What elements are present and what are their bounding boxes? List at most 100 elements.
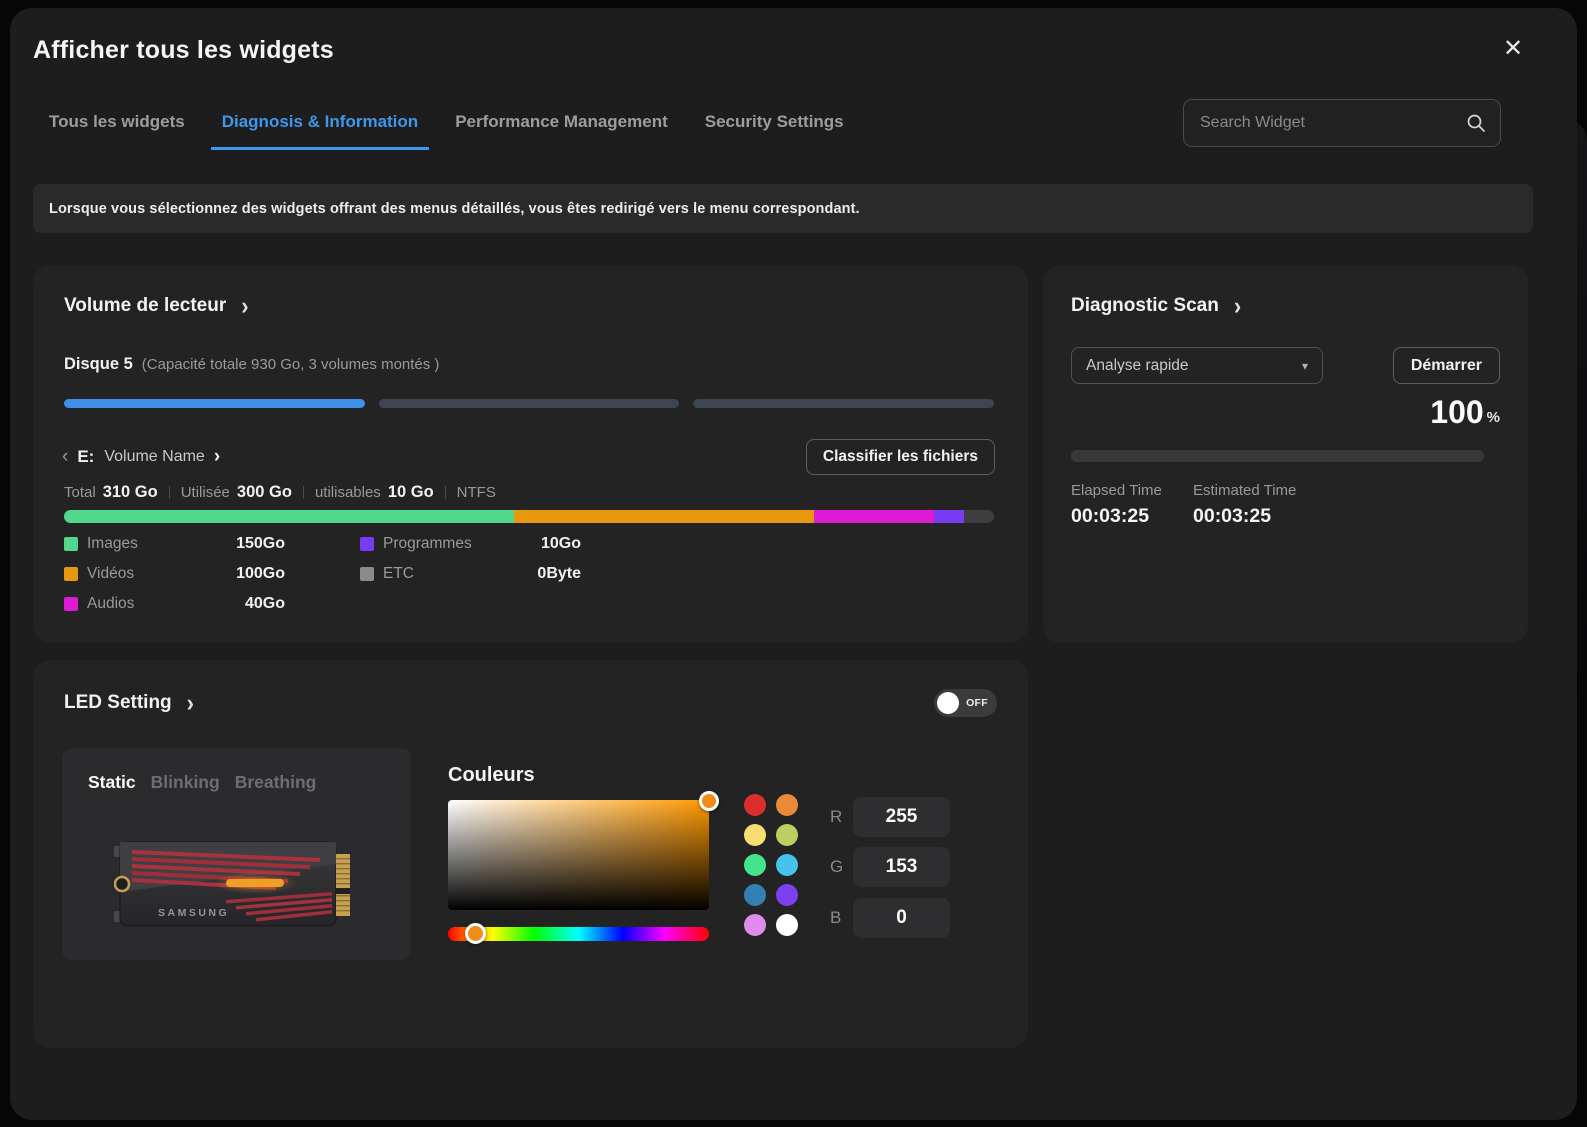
ssd-brand-label: SAMSUNG (158, 907, 229, 919)
divider (169, 486, 170, 499)
scan-progress-bar (1071, 450, 1484, 462)
mode-tab-breathing[interactable]: Breathing (235, 772, 317, 793)
search-widget-box[interactable] (1183, 99, 1501, 147)
disk-name: Disque 5 (64, 355, 133, 374)
diagnostic-widget-title-text: Diagnostic Scan (1071, 295, 1219, 317)
led-mode-panel: Static Blinking Breathing (62, 748, 411, 960)
toggle-state-label: OFF (966, 697, 988, 709)
widgets-dialog: Afficher tous les widgets ✕ Tous les wid… (10, 8, 1577, 1120)
color-swatch-blue[interactable] (744, 884, 766, 906)
tab-tous-les-widgets[interactable]: Tous les widgets (49, 112, 185, 147)
legend-label: Programmes (383, 535, 472, 553)
info-banner: Lorsque vous sélectionnez des widgets of… (33, 184, 1533, 233)
color-swatch-yellow[interactable] (744, 824, 766, 846)
hue-slider-knob[interactable] (465, 923, 486, 944)
stat-value: 10 Go (388, 483, 434, 502)
drive-bar-segment[interactable] (379, 399, 680, 408)
legend-swatch (64, 537, 78, 551)
color-swatch-purple[interactable] (776, 884, 798, 906)
estimated-time-value: 00:03:25 (1193, 505, 1271, 528)
led-toggle[interactable]: OFF (934, 689, 997, 717)
estimated-time-label: Estimated Time (1193, 482, 1296, 499)
legend-swatch (360, 537, 374, 551)
legend-value: 40Go (245, 595, 285, 613)
search-icon[interactable] (1466, 113, 1486, 133)
legend-label: Images (87, 535, 138, 553)
legend-value: 10Go (541, 535, 581, 553)
stat-value: 310 Go (103, 483, 158, 502)
volume-widget-title[interactable]: Volume de lecteur › (64, 295, 249, 317)
volume-name: Volume Name (104, 448, 205, 466)
tab-performance-management[interactable]: Performance Management (455, 112, 668, 147)
divider (445, 486, 446, 499)
color-swatch-yellow-green[interactable] (776, 824, 798, 846)
legend-label: ETC (383, 565, 414, 583)
drive-bar-segment[interactable] (693, 399, 994, 408)
close-icon[interactable]: ✕ (1495, 30, 1531, 66)
mode-tab-static[interactable]: Static (88, 772, 136, 793)
volume-stats: Total 310 Go Utilisée 300 Go utilisables… (64, 483, 496, 502)
volume-navigator: ‹ E: Volume Name › (62, 446, 220, 468)
tab-security-settings[interactable]: Security Settings (705, 112, 844, 147)
legend-item-images: Images 150Go (64, 535, 285, 553)
stat-label: Total (64, 484, 96, 501)
legend-item-videos: Vidéos 100Go (64, 565, 285, 583)
info-banner-text: Lorsque vous sélectionnez des widgets of… (49, 201, 860, 217)
color-swatch-green[interactable] (744, 854, 766, 876)
legend-item-programs: Programmes 10Go (360, 535, 581, 553)
stat-available: utilisables 10 Go (315, 483, 434, 502)
chevron-right-icon: › (241, 297, 248, 315)
color-swatch-cyan[interactable] (776, 854, 798, 876)
rgb-value-g[interactable]: 153 (853, 847, 950, 887)
disk-info-line: Disque 5 (Capacité totale 930 Go, 3 volu… (64, 355, 439, 374)
diagnostic-scan-card: Diagnostic Scan › Analyse rapide ▾ Démar… (1043, 265, 1528, 643)
chevron-right-icon: › (187, 694, 194, 712)
percent-value: 100 (1430, 395, 1483, 429)
color-swatch-grid (744, 794, 798, 936)
usage-segment-images (64, 510, 514, 523)
led-widget-title[interactable]: LED Setting › (64, 692, 194, 714)
drive-volume-bars (64, 399, 994, 408)
start-scan-button[interactable]: Démarrer (1393, 347, 1500, 384)
stat-value: 300 Go (237, 483, 292, 502)
color-swatch-orange[interactable] (776, 794, 798, 816)
legend-value: 100Go (236, 565, 285, 583)
rgb-label-r: R (830, 807, 848, 827)
chevron-right-icon: › (1234, 297, 1241, 315)
led-setting-card: LED Setting › OFF Static Blinking Breath… (33, 660, 1028, 1048)
scan-progress-percent: 100 % (1430, 395, 1500, 429)
legend-item-etc: ETC 0Byte (360, 565, 581, 583)
legend-label: Vidéos (87, 565, 134, 583)
color-saturation-picker[interactable] (448, 800, 709, 910)
scan-type-dropdown[interactable]: Analyse rapide ▾ (1071, 347, 1323, 384)
color-swatch-white[interactable] (776, 914, 798, 936)
drive-bar-segment[interactable] (64, 399, 365, 408)
storage-usage-bar (64, 510, 994, 523)
rgb-value-b[interactable]: 0 (853, 898, 950, 938)
stat-total: Total 310 Go (64, 483, 158, 502)
color-picker-knob[interactable] (699, 791, 719, 811)
color-swatch-pink[interactable] (744, 914, 766, 936)
legend-swatch (64, 597, 78, 611)
color-swatch-red[interactable] (744, 794, 766, 816)
mode-tab-blinking[interactable]: Blinking (151, 772, 220, 793)
diagnostic-widget-title[interactable]: Diagnostic Scan › (1071, 295, 1241, 317)
search-input[interactable] (1200, 114, 1466, 132)
classify-files-button[interactable]: Classifier les fichiers (806, 439, 995, 475)
tab-bar: Tous les widgets Diagnosis & Information… (49, 112, 844, 150)
rgb-label-b: B (830, 908, 848, 928)
elapsed-time-value: 00:03:25 (1071, 505, 1149, 528)
usage-segment-audios (814, 510, 934, 523)
stat-label: NTFS (457, 484, 496, 501)
legend-swatch (64, 567, 78, 581)
chevron-left-icon[interactable]: ‹ (62, 446, 68, 468)
volume-widget-title-text: Volume de lecteur (64, 295, 226, 317)
chevron-right-icon[interactable]: › (214, 446, 220, 468)
tab-diagnosis-information[interactable]: Diagnosis & Information (211, 112, 429, 150)
rgb-value-r[interactable]: 255 (853, 797, 950, 837)
stat-label: Utilisée (181, 484, 230, 501)
led-widget-title-text: LED Setting (64, 692, 172, 714)
toggle-knob (937, 692, 959, 714)
chevron-down-icon: ▾ (1302, 359, 1308, 373)
hue-slider[interactable] (448, 927, 709, 941)
